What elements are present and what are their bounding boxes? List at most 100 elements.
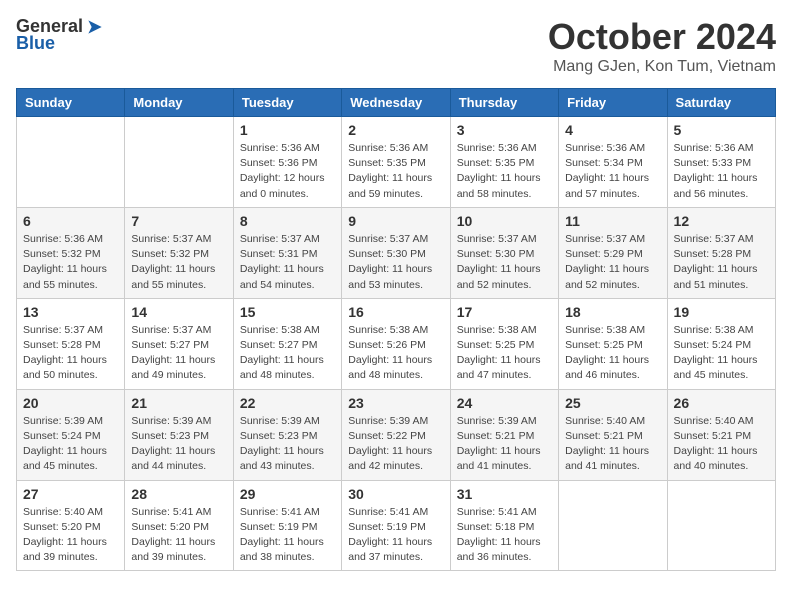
cell-info: Sunrise: 5:38 AMSunset: 5:26 PMDaylight:…	[348, 323, 443, 384]
calendar-cell: 27 Sunrise: 5:40 AMSunset: 5:20 PMDayligh…	[17, 480, 125, 571]
header-friday: Friday	[559, 89, 667, 117]
cell-info: Sunrise: 5:38 AMSunset: 5:24 PMDaylight:…	[674, 323, 769, 384]
cell-day-number: 28	[131, 486, 226, 502]
cell-day-number: 1	[240, 122, 335, 138]
cell-day-number: 19	[674, 304, 769, 320]
cell-info: Sunrise: 5:36 AMSunset: 5:35 PMDaylight:…	[348, 141, 443, 202]
cell-day-number: 15	[240, 304, 335, 320]
cell-info: Sunrise: 5:37 AMSunset: 5:28 PMDaylight:…	[23, 323, 118, 384]
cell-day-number: 11	[565, 213, 660, 229]
calendar-cell: 30 Sunrise: 5:41 AMSunset: 5:19 PMDayligh…	[342, 480, 450, 571]
header-wednesday: Wednesday	[342, 89, 450, 117]
month-title: October 2024	[548, 16, 776, 58]
cell-day-number: 7	[131, 213, 226, 229]
cell-day-number: 25	[565, 395, 660, 411]
week-row-3: 13 Sunrise: 5:37 AMSunset: 5:28 PMDayligh…	[17, 298, 776, 389]
calendar-cell: 12Sunrise: 5:37 AMSunset: 5:28 PMDayligh…	[667, 207, 775, 298]
week-row-5: 27 Sunrise: 5:40 AMSunset: 5:20 PMDayligh…	[17, 480, 776, 571]
location: Mang GJen, Kon Tum, Vietnam	[548, 58, 776, 76]
calendar-cell: 22 Sunrise: 5:39 AMSunset: 5:23 PMDayligh…	[233, 389, 341, 480]
cell-day-number: 9	[348, 213, 443, 229]
cell-info: Sunrise: 5:36 AMSunset: 5:32 PMDaylight:…	[23, 232, 118, 293]
cell-info: Sunrise: 5:41 AMSunset: 5:19 PMDaylight:…	[240, 505, 335, 566]
calendar-cell: 3Sunrise: 5:36 AMSunset: 5:35 PMDaylight…	[450, 117, 558, 208]
cell-info: Sunrise: 5:37 AMSunset: 5:32 PMDaylight:…	[131, 232, 226, 293]
cell-day-number: 2	[348, 122, 443, 138]
calendar-cell: 10Sunrise: 5:37 AMSunset: 5:30 PMDayligh…	[450, 207, 558, 298]
calendar-cell: 31 Sunrise: 5:41 AMSunset: 5:18 PMDayligh…	[450, 480, 558, 571]
calendar-cell: 16 Sunrise: 5:38 AMSunset: 5:26 PMDayligh…	[342, 298, 450, 389]
cell-day-number: 22	[240, 395, 335, 411]
cell-info: Sunrise: 5:41 AMSunset: 5:19 PMDaylight:…	[348, 505, 443, 566]
title-section: October 2024 Mang GJen, Kon Tum, Vietnam	[548, 16, 776, 76]
header-thursday: Thursday	[450, 89, 558, 117]
calendar-cell: 25 Sunrise: 5:40 AMSunset: 5:21 PMDayligh…	[559, 389, 667, 480]
cell-day-number: 31	[457, 486, 552, 502]
calendar-cell: 26Sunrise: 5:40 AMSunset: 5:21 PMDayligh…	[667, 389, 775, 480]
cell-info: Sunrise: 5:39 AMSunset: 5:23 PMDaylight:…	[240, 414, 335, 475]
cell-info: Sunrise: 5:40 AMSunset: 5:20 PMDaylight:…	[23, 505, 118, 566]
cell-day-number: 10	[457, 213, 552, 229]
calendar-cell	[17, 117, 125, 208]
header-tuesday: Tuesday	[233, 89, 341, 117]
calendar-cell: 28Sunrise: 5:41 AMSunset: 5:20 PMDayligh…	[125, 480, 233, 571]
header-sunday: Sunday	[17, 89, 125, 117]
page-header: General Blue October 2024 Mang GJen, Kon…	[16, 16, 776, 76]
cell-info: Sunrise: 5:39 AMSunset: 5:24 PMDaylight:…	[23, 414, 118, 475]
cell-day-number: 14	[131, 304, 226, 320]
cell-info: Sunrise: 5:36 AMSunset: 5:34 PMDaylight:…	[565, 141, 660, 202]
header-monday: Monday	[125, 89, 233, 117]
cell-info: Sunrise: 5:40 AMSunset: 5:21 PMDaylight:…	[565, 414, 660, 475]
cell-info: Sunrise: 5:40 AMSunset: 5:21 PMDaylight:…	[674, 414, 769, 475]
cell-info: Sunrise: 5:37 AMSunset: 5:27 PMDaylight:…	[131, 323, 226, 384]
calendar-cell: 21 Sunrise: 5:39 AMSunset: 5:23 PMDayligh…	[125, 389, 233, 480]
calendar-cell: 23Sunrise: 5:39 AMSunset: 5:22 PMDayligh…	[342, 389, 450, 480]
week-row-1: 1 Sunrise: 5:36 AMSunset: 5:36 PMDaylight…	[17, 117, 776, 208]
cell-day-number: 3	[457, 122, 552, 138]
cell-info: Sunrise: 5:41 AMSunset: 5:18 PMDaylight:…	[457, 505, 552, 566]
cell-info: Sunrise: 5:38 AMSunset: 5:25 PMDaylight:…	[565, 323, 660, 384]
calendar-cell: 29 Sunrise: 5:41 AMSunset: 5:19 PMDayligh…	[233, 480, 341, 571]
cell-info: Sunrise: 5:38 AMSunset: 5:27 PMDaylight:…	[240, 323, 335, 384]
cell-day-number: 8	[240, 213, 335, 229]
cell-info: Sunrise: 5:36 AMSunset: 5:33 PMDaylight:…	[674, 141, 769, 202]
cell-day-number: 30	[348, 486, 443, 502]
cell-day-number: 20	[23, 395, 118, 411]
calendar-cell: 17 Sunrise: 5:38 AMSunset: 5:25 PMDayligh…	[450, 298, 558, 389]
cell-info: Sunrise: 5:39 AMSunset: 5:23 PMDaylight:…	[131, 414, 226, 475]
calendar-cell: 4 Sunrise: 5:36 AMSunset: 5:34 PMDaylight…	[559, 117, 667, 208]
cell-day-number: 18	[565, 304, 660, 320]
cell-day-number: 6	[23, 213, 118, 229]
cell-info: Sunrise: 5:37 AMSunset: 5:31 PMDaylight:…	[240, 232, 335, 293]
cell-day-number: 17	[457, 304, 552, 320]
calendar-cell: 6 Sunrise: 5:36 AMSunset: 5:32 PMDaylight…	[17, 207, 125, 298]
calendar-cell: 19 Sunrise: 5:38 AMSunset: 5:24 PMDayligh…	[667, 298, 775, 389]
header-saturday: Saturday	[667, 89, 775, 117]
cell-info: Sunrise: 5:38 AMSunset: 5:25 PMDaylight:…	[457, 323, 552, 384]
cell-info: Sunrise: 5:39 AMSunset: 5:21 PMDaylight:…	[457, 414, 552, 475]
cell-day-number: 23	[348, 395, 443, 411]
calendar-cell: 20 Sunrise: 5:39 AMSunset: 5:24 PMDayligh…	[17, 389, 125, 480]
cell-info: Sunrise: 5:37 AMSunset: 5:30 PMDaylight:…	[348, 232, 443, 293]
cell-info: Sunrise: 5:37 AMSunset: 5:29 PMDaylight:…	[565, 232, 660, 293]
cell-day-number: 13	[23, 304, 118, 320]
calendar-cell: 15 Sunrise: 5:38 AMSunset: 5:27 PMDayligh…	[233, 298, 341, 389]
calendar-cell: 18 Sunrise: 5:38 AMSunset: 5:25 PMDayligh…	[559, 298, 667, 389]
calendar-cell	[559, 480, 667, 571]
calendar-cell: 2 Sunrise: 5:36 AMSunset: 5:35 PMDaylight…	[342, 117, 450, 208]
logo-blue: Blue	[16, 33, 55, 54]
calendar-cell	[667, 480, 775, 571]
calendar-cell: 11 Sunrise: 5:37 AMSunset: 5:29 PMDayligh…	[559, 207, 667, 298]
cell-day-number: 27	[23, 486, 118, 502]
cell-info: Sunrise: 5:36 AMSunset: 5:36 PMDaylight:…	[240, 141, 335, 202]
cell-day-number: 29	[240, 486, 335, 502]
calendar-cell: 24Sunrise: 5:39 AMSunset: 5:21 PMDayligh…	[450, 389, 558, 480]
calendar-header-row: Sunday Monday Tuesday Wednesday Thursday…	[17, 89, 776, 117]
calendar-cell	[125, 117, 233, 208]
logo-icon	[85, 17, 105, 37]
calendar-table: Sunday Monday Tuesday Wednesday Thursday…	[16, 88, 776, 571]
cell-day-number: 21	[131, 395, 226, 411]
cell-day-number: 16	[348, 304, 443, 320]
week-row-4: 20 Sunrise: 5:39 AMSunset: 5:24 PMDayligh…	[17, 389, 776, 480]
cell-day-number: 4	[565, 122, 660, 138]
